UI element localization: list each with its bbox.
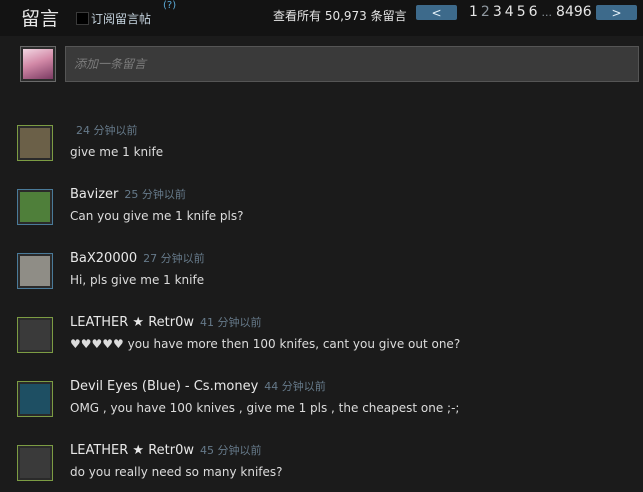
page-link-5[interactable]: 5 (517, 4, 526, 20)
avatar-image (20, 192, 50, 222)
my-avatar-image (23, 49, 53, 79)
comment-time: 41 分钟以前 (200, 316, 262, 329)
commenter-name[interactable]: Devil Eyes (Blue) - Cs.money (70, 379, 258, 394)
my-avatar[interactable] (20, 46, 56, 82)
comment-time: 25 分钟以前 (124, 188, 186, 201)
comment-text: do you really need so many knifes? (70, 465, 283, 479)
comment-text: ♥♥♥♥♥ you have more then 100 knifes, can… (70, 337, 461, 351)
pagination: 1 2 3 4 5 6 ... 8496 (469, 4, 595, 20)
commenter-name[interactable]: LEATHER ★ Retr0w (70, 315, 194, 330)
compose-area (14, 44, 643, 84)
commenter-avatar[interactable] (17, 125, 53, 161)
comments-header: 留言 订阅留言帖 (?) 查看所有 50,973 条留言 < 1 2 3 4 5… (0, 0, 643, 36)
comment-text: OMG , you have 100 knives , give me 1 pl… (70, 401, 460, 415)
page-link-4[interactable]: 4 (505, 4, 514, 20)
comment: BaX20000 27 分钟以前 Hi, pls give me 1 knife (0, 246, 643, 310)
next-page-button[interactable]: > (596, 5, 637, 20)
page-link-3[interactable]: 3 (493, 4, 502, 20)
subscribe-toggle[interactable]: 订阅留言帖 (76, 10, 151, 26)
comment: LEATHER ★ Retr0w 41 分钟以前 ♥♥♥♥♥ you have … (0, 310, 643, 374)
commenter-name[interactable]: Bavizer (70, 187, 118, 202)
subscribe-label[interactable]: 订阅留言帖 (91, 10, 151, 27)
comment-input[interactable] (65, 46, 639, 82)
page-link-2: 2 (480, 4, 490, 20)
comment-count: 查看所有 50,973 条留言 (273, 9, 407, 23)
comment-time: 24 分钟以前 (76, 124, 138, 137)
commenter-avatar[interactable] (17, 317, 53, 353)
comment-time: 44 分钟以前 (264, 380, 326, 393)
comment: Devil Eyes (Blue) - Cs.money 44 分钟以前 OMG… (0, 374, 643, 438)
avatar-image (20, 384, 50, 414)
commenter-name[interactable]: LEATHER ★ Retr0w (70, 443, 194, 458)
comment-text: Hi, pls give me 1 knife (70, 273, 205, 287)
page-link-6[interactable]: 6 (529, 4, 538, 20)
help-link[interactable]: (?) (163, 0, 176, 11)
avatar-image (20, 256, 50, 286)
commenter-avatar[interactable] (17, 381, 53, 417)
commenter-name[interactable]: BaX20000 (70, 251, 137, 266)
comment-text: give me 1 knife (70, 145, 164, 159)
page-link-1[interactable]: 1 (469, 4, 478, 20)
subscribe-checkbox[interactable] (76, 11, 89, 25)
page-ellipsis: ... (541, 6, 553, 19)
comment-text: Can you give me 1 knife pls? (70, 209, 244, 223)
comment: LEATHER ★ Retr0w 45 分钟以前 do you really n… (0, 438, 643, 492)
comment: 24 分钟以前 give me 1 knife (0, 118, 643, 182)
comment-time: 27 分钟以前 (143, 252, 205, 265)
avatar-image (20, 448, 50, 478)
avatar-image (20, 320, 50, 350)
prev-page-button[interactable]: < (416, 5, 457, 20)
avatar-image (20, 128, 50, 158)
section-title: 留言 (21, 8, 60, 30)
comment: Bavizer 25 分钟以前 Can you give me 1 knife … (0, 182, 643, 246)
commenter-avatar[interactable] (17, 253, 53, 289)
commenter-avatar[interactable] (17, 189, 53, 225)
commenter-avatar[interactable] (17, 445, 53, 481)
page-link-last[interactable]: 8496 (556, 4, 592, 20)
comment-time: 45 分钟以前 (200, 444, 262, 457)
